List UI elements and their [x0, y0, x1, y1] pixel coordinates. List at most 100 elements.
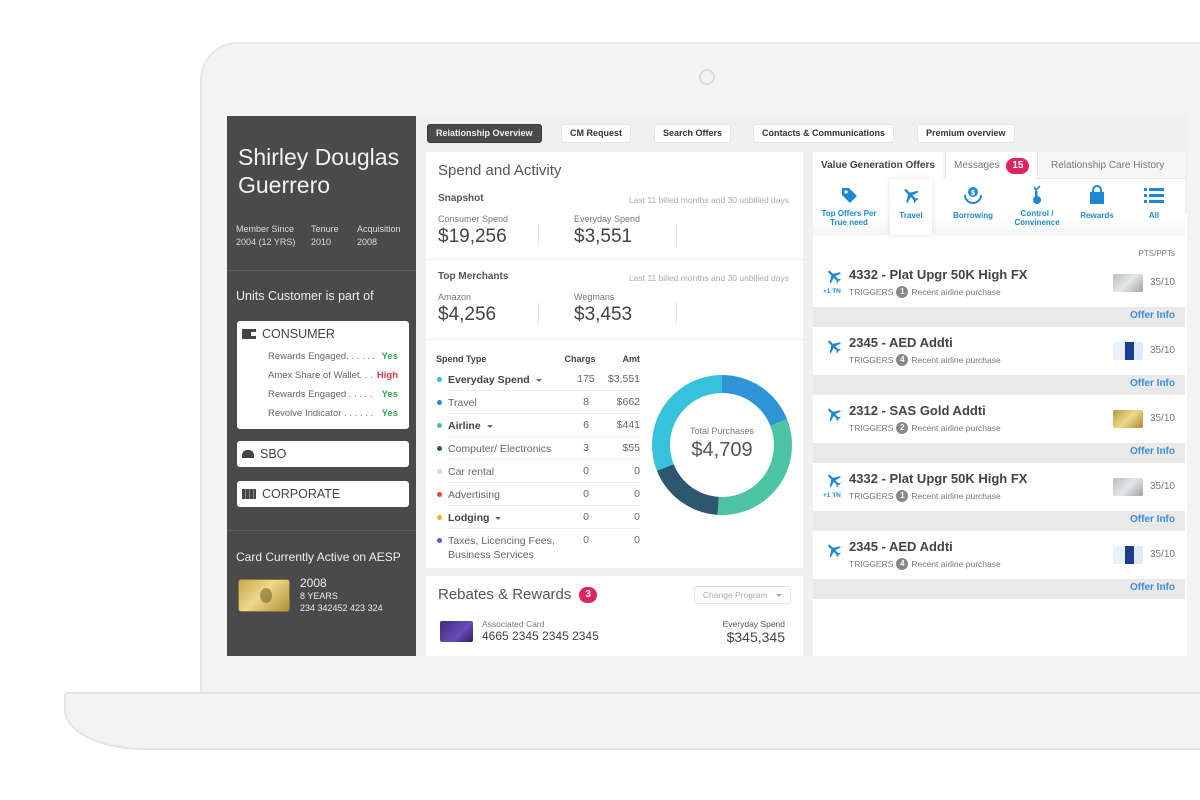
- offer-info-link[interactable]: Offer Info: [1130, 582, 1175, 593]
- offer-item[interactable]: +1 TN 4332 - Plat Upgr 50K High FX TRIGG…: [813, 259, 1185, 307]
- tab-value-generation-offers[interactable]: Value Generation Offers: [813, 152, 943, 180]
- chevron-down-icon[interactable]: [486, 424, 493, 428]
- offer-info-link[interactable]: Offer Info: [1130, 310, 1175, 321]
- spend-type-label: Travel: [448, 397, 477, 409]
- consumer-icon: [242, 329, 256, 339]
- top-merchants-label: Top Merchants: [438, 271, 509, 282]
- everyday-spend-value: $345,345: [726, 629, 785, 645]
- stat-label: Amazon: [438, 292, 472, 302]
- offer-item[interactable]: 2345 - AED Addti TRIGGERS 4 Recent airli…: [813, 327, 1185, 375]
- offer-card-image: [1113, 478, 1143, 496]
- stat-value: $3,453: [574, 304, 633, 325]
- trigger-text: Recent airline purchase: [911, 491, 1001, 501]
- tab-search-offers[interactable]: Search Offers: [654, 124, 732, 143]
- chevron-down-icon[interactable]: [495, 516, 502, 520]
- col-amount: Amt: [622, 354, 641, 364]
- section-separator: [426, 339, 803, 340]
- offer-pts: 35/10: [1149, 345, 1175, 356]
- offer-info-link[interactable]: Offer Info: [1130, 514, 1175, 525]
- offer-info-bar: Offer Info: [813, 375, 1185, 395]
- offer-item[interactable]: 2345 - AED Addti TRIGGERS 4 Recent airli…: [813, 531, 1185, 579]
- offer-pts: 35/10: [1149, 413, 1175, 424]
- offers-tabs: Value Generation Offers Messages 15 Rela…: [813, 152, 1185, 180]
- stat-separator: [538, 302, 539, 324]
- category-all[interactable]: All: [1131, 185, 1177, 220]
- spend-type-row: Taxes, Licencing Fees, Business Services…: [437, 529, 640, 561]
- chevron-down-icon[interactable]: [535, 378, 542, 382]
- change-program-dropdown[interactable]: Change Program: [693, 586, 791, 604]
- triggers-label: TRIGGERS: [849, 491, 894, 501]
- customer-name-line1: Shirley Douglas: [238, 144, 400, 170]
- offer-item[interactable]: +1 TN 4332 - Plat Upgr 50K High FX TRIGG…: [813, 463, 1185, 511]
- tab-relationship-care-history[interactable]: Relationship Care History: [1043, 152, 1172, 179]
- attribute-label: Amex Share of Wallet. . .: [268, 370, 373, 381]
- unit-sbo[interactable]: SBO: [237, 441, 409, 467]
- tab-cm-request[interactable]: CM Request: [561, 124, 632, 143]
- offer-title: 2345 - AED Addti: [849, 539, 953, 554]
- spend-type-label: Airline: [448, 420, 481, 432]
- stat-separator: [676, 224, 677, 246]
- spend-type-charges: 8: [583, 396, 589, 408]
- offer-triggers: TRIGGERS 4 Recent airline purchase: [849, 558, 1001, 570]
- category-label: Rewards: [1080, 211, 1114, 220]
- category-label: Travel: [899, 211, 923, 220]
- attribute-value: Yes: [381, 351, 398, 362]
- tab-messages[interactable]: Messages 15: [945, 152, 1039, 179]
- offer-title: 2312 - SAS Gold Addti: [849, 403, 986, 418]
- spend-type-row[interactable]: Everyday Spend 175 $3,551: [437, 368, 640, 391]
- offer-triggers: TRIGGERS 4 Recent airline purchase: [849, 354, 1001, 366]
- offer-title: 4332 - Plat Upgr 50K High FX: [849, 267, 1028, 282]
- category-rewards[interactable]: Rewards: [1075, 185, 1119, 220]
- customer-name-line2: Guerrero: [238, 172, 331, 198]
- unit-consumer[interactable]: CONSUMER Rewards Engaged. . . . . . Yes Am…: [237, 321, 409, 429]
- category-label: Top Offers Per True need: [821, 209, 877, 227]
- category-label: Control / Convinence: [1014, 209, 1060, 227]
- legend-dot: [437, 469, 442, 474]
- spend-type-row: Travel 8 $662: [437, 391, 640, 414]
- offer-pts: 35/10: [1149, 481, 1175, 492]
- tab-label: Messages: [954, 160, 1000, 171]
- offer-info-link[interactable]: Offer Info: [1130, 446, 1175, 457]
- spend-type-label: Advertising: [448, 489, 500, 501]
- consumer-attribute-row: Rewards Engaged . . . . . Yes: [237, 385, 409, 404]
- category-travel[interactable]: Travel: [890, 179, 932, 235]
- spend-type-charges: 3: [583, 442, 589, 454]
- category-control-convinence[interactable]: Control / Convinence: [1009, 185, 1065, 227]
- category-label: Borrowing: [953, 211, 993, 220]
- offer-card-image: [1113, 342, 1143, 360]
- stat-label: Everyday Spend: [574, 214, 641, 224]
- donut-total: $4,709: [691, 439, 753, 461]
- triggers-label: TRIGGERS: [849, 559, 894, 569]
- col-charges: Chargs: [564, 354, 596, 364]
- consumer-attribute-row: Amex Share of Wallet. . . High: [237, 366, 409, 385]
- spend-type-row[interactable]: Airline 6 $441: [437, 414, 640, 437]
- offer-categories: Top Offers Per True need Travel $ Borrow…: [813, 179, 1185, 235]
- trigger-count: 4: [896, 354, 909, 366]
- offer-info-link[interactable]: Offer Info: [1130, 378, 1175, 389]
- offer-item[interactable]: 2312 - SAS Gold Addti TRIGGERS 2 Recent …: [813, 395, 1185, 443]
- spend-type-charges: 0: [583, 488, 589, 500]
- spend-type-row[interactable]: Lodging 0 0: [437, 506, 640, 529]
- trigger-text: Recent airline purchase: [911, 423, 1001, 433]
- category-label: All: [1148, 211, 1160, 220]
- unit-corporate[interactable]: CORPORATE: [237, 481, 409, 507]
- category-top-offers[interactable]: Top Offers Per True need: [819, 185, 879, 227]
- category-borrowing[interactable]: $ Borrowing: [947, 185, 999, 220]
- triggers-label: TRIGGERS: [849, 355, 894, 365]
- stat-separator: [676, 302, 677, 324]
- tab-premium-overview[interactable]: Premium overview: [917, 124, 1015, 143]
- tag-icon: [842, 188, 857, 203]
- top-merchants-note: Last 11 billed months and 30 unbilled da…: [628, 273, 789, 283]
- rebates-card: Rebates & Rewards 3 Change Program Assoc…: [426, 576, 803, 656]
- tab-contacts-communications[interactable]: Contacts & Communications: [753, 124, 895, 143]
- donut-segment-travel: [722, 375, 788, 426]
- consumer-attribute-row: Revolve Indicator . . . . . . Yes: [237, 404, 409, 423]
- stat-everyday-spend: Everyday Spend $3,551: [574, 214, 640, 249]
- spend-card: Spend and Activity Snapshot Last 11 bill…: [426, 152, 1187, 656]
- tab-relationship-overview[interactable]: Relationship Overview: [427, 124, 542, 143]
- acquisition-value: 2008: [357, 237, 378, 247]
- offer-info-bar: Offer Info: [813, 579, 1185, 599]
- sidebar-divider: [227, 270, 416, 271]
- offer-triggers: TRIGGERS 1 Recent airline purchase: [849, 286, 1001, 298]
- attribute-value: High: [376, 370, 398, 381]
